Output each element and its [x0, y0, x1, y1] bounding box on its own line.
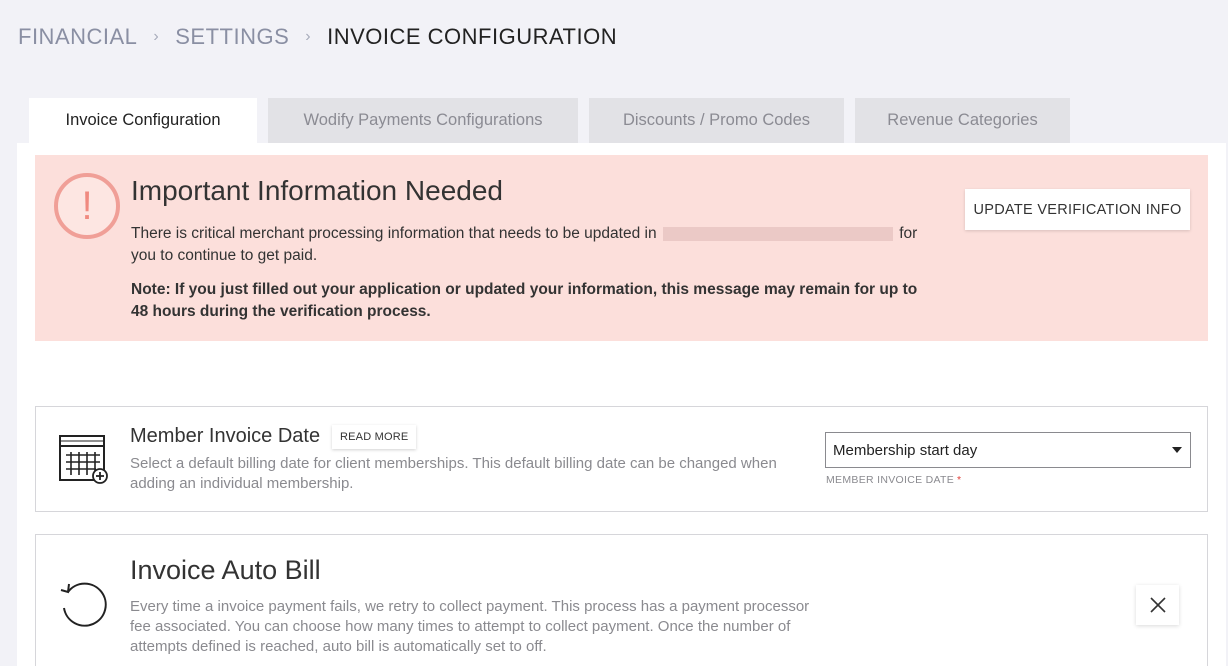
tab-revenue-categories[interactable]: Revenue Categories: [855, 98, 1070, 143]
tab-invoice-configuration[interactable]: Invoice Configuration: [29, 98, 257, 143]
select-label-text: MEMBER INVOICE DATE: [826, 474, 955, 486]
member-invoice-date-description: Select a default billing date for client…: [130, 455, 777, 492]
member-invoice-date-select[interactable]: Membership start day: [825, 432, 1191, 468]
breadcrumb: FINANCIAL › SETTINGS › INVOICE CONFIGURA…: [18, 24, 617, 50]
breadcrumb-settings[interactable]: SETTINGS: [175, 24, 289, 50]
invoice-auto-bill-card: Invoice Auto Bill Every time a invoice p…: [35, 534, 1208, 666]
update-verification-info-button[interactable]: UPDATE VERIFICATION INFO: [965, 189, 1190, 230]
invoice-auto-bill-description: Every time a invoice payment fails, we r…: [130, 598, 810, 655]
alert-title: Important Information Needed: [131, 175, 503, 206]
exclamation-circle-icon: !: [54, 173, 120, 239]
redacted-text: [662, 226, 893, 241]
verification-alert: ! Important Information Needed There is …: [35, 155, 1208, 341]
read-more-button[interactable]: READ MORE: [332, 425, 417, 449]
retry-icon: [60, 582, 107, 627]
member-invoice-date-title: Member Invoice Date: [130, 425, 321, 447]
select-value: Membership start day: [833, 441, 978, 459]
member-invoice-date-label: MEMBER INVOICE DATE *: [826, 474, 961, 486]
alert-text-before: There is critical merchant processing in…: [131, 225, 657, 242]
breadcrumb-financial[interactable]: FINANCIAL: [18, 24, 137, 50]
caret-down-icon: [1172, 447, 1182, 453]
alert-text: There is critical merchant processing in…: [131, 223, 931, 267]
chevron-right-icon: ›: [153, 28, 160, 45]
tab-bar: Invoice Configuration Wodify Payments Co…: [29, 98, 1081, 143]
required-mark: *: [957, 474, 962, 486]
tab-discounts-promo-codes[interactable]: Discounts / Promo Codes: [589, 98, 844, 143]
tab-wodify-payments-configurations[interactable]: Wodify Payments Configurations: [268, 98, 578, 143]
invoice-auto-bill-title: Invoice Auto Bill: [130, 555, 321, 585]
close-button[interactable]: [1136, 585, 1179, 625]
breadcrumb-invoice-configuration: INVOICE CONFIGURATION: [327, 24, 618, 49]
close-icon: [1149, 597, 1166, 613]
calendar-add-icon: [59, 435, 108, 484]
chevron-right-icon: ›: [305, 28, 312, 45]
alert-note: Note: If you just filled out your applic…: [131, 281, 918, 320]
member-invoice-date-card: Member Invoice Date READ MORE Select a d…: [35, 406, 1208, 512]
